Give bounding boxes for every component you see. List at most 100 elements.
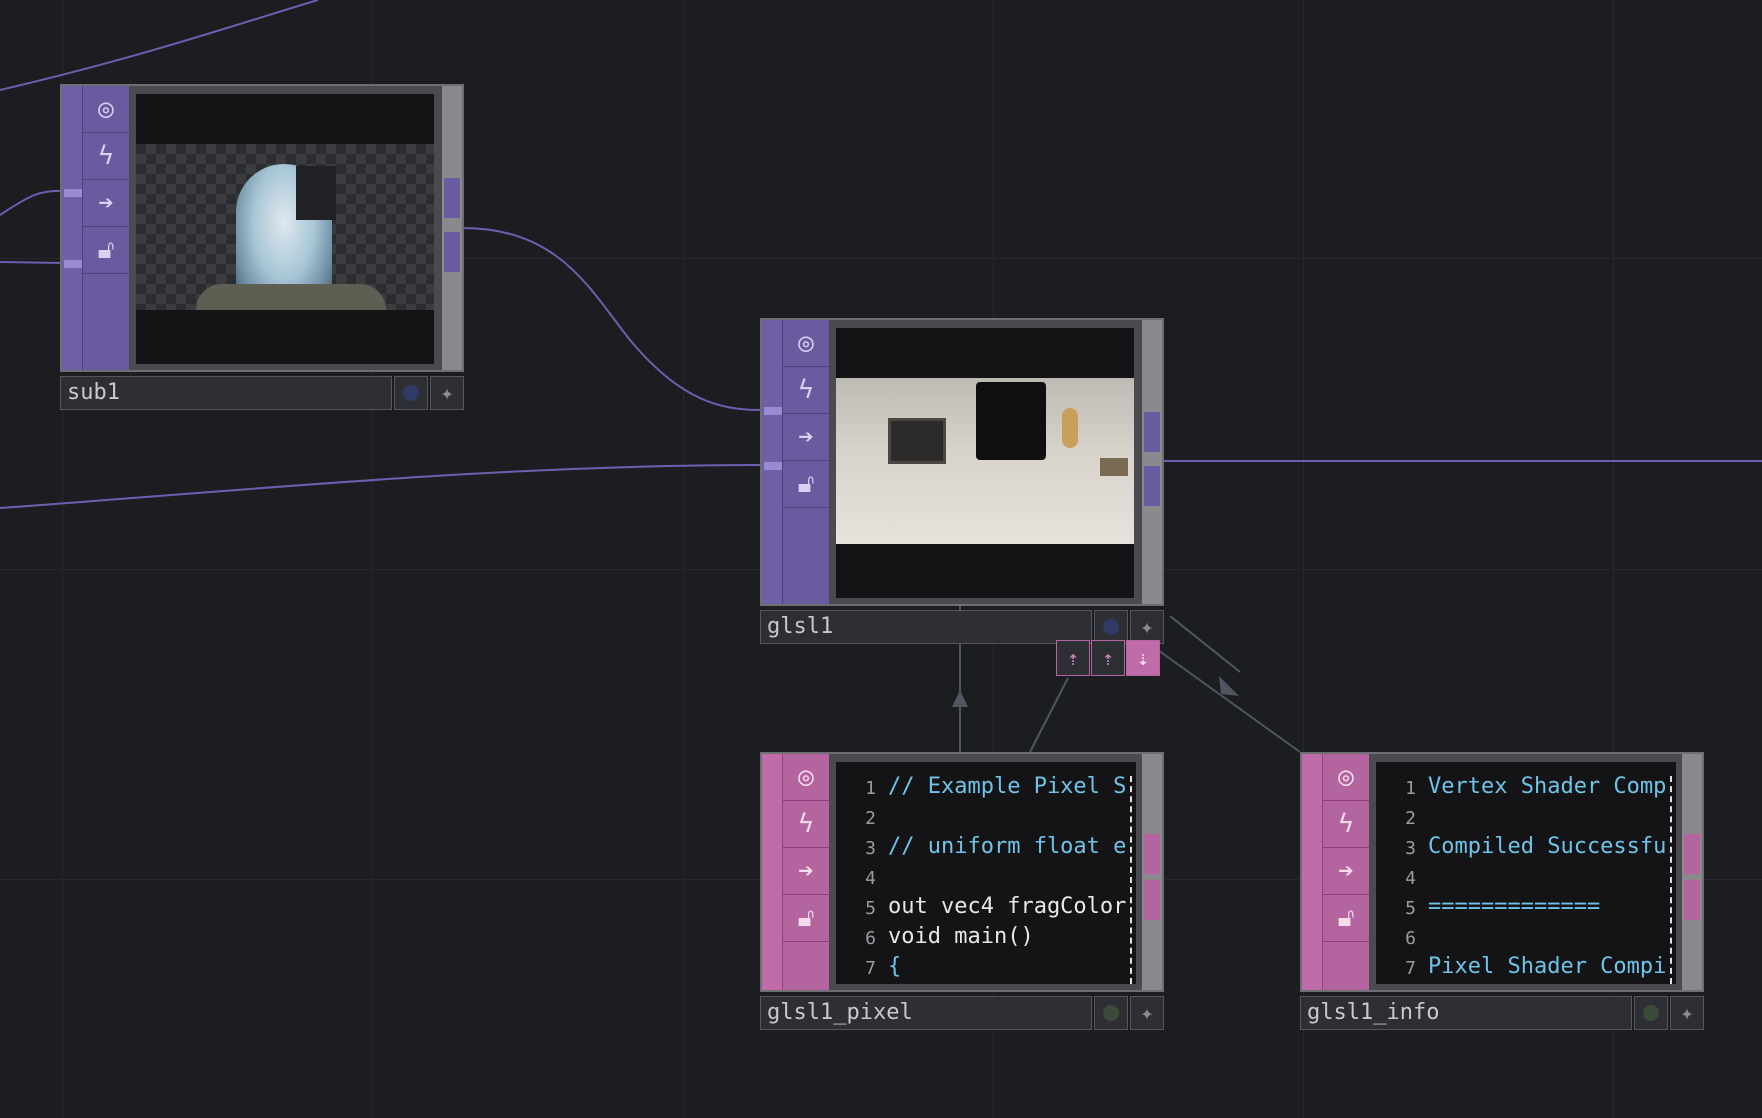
node-name[interactable]: glsl1_info xyxy=(1300,996,1632,1030)
text-cursor-guide xyxy=(1670,776,1672,984)
viewer-active-flag[interactable] xyxy=(1094,996,1128,1030)
input-port[interactable] xyxy=(64,189,82,197)
poster-image xyxy=(976,382,1046,460)
viewer-toggle-icon[interactable]: ◎ xyxy=(783,320,829,367)
node-icon-column: ◎ ϟ ➔ 🔓︎ xyxy=(82,86,129,370)
lock-icon[interactable]: 🔓︎ xyxy=(783,895,829,942)
glsl1-pixel-node[interactable]: ◎ ϟ ➔ 🔓︎ 1 // Example Pixel S 2 3 // uni… xyxy=(760,752,1164,1030)
node-name[interactable]: sub1 xyxy=(60,376,392,410)
node-name[interactable]: glsl1 xyxy=(760,610,1092,644)
input-strip xyxy=(1302,754,1322,990)
line-number: 2 xyxy=(865,808,876,829)
output-bar xyxy=(1142,320,1162,604)
viewer-toggle-icon[interactable]: ◎ xyxy=(1323,754,1369,801)
more-flags-button[interactable]: ✦ xyxy=(1130,996,1164,1030)
code-line: // uniform float e xyxy=(888,834,1127,859)
node-icon-column: ◎ ϟ ➔ 🔓︎ xyxy=(782,320,829,604)
node-body: ◎ ϟ ➔ 🔓︎ xyxy=(60,84,464,372)
more-flags-button[interactable]: ✦ xyxy=(430,376,464,410)
line-number: 4 xyxy=(865,868,876,889)
stickers-image xyxy=(1062,408,1078,448)
cook-icon[interactable]: ϟ xyxy=(83,133,129,180)
lock-icon[interactable]: 🔓︎ xyxy=(783,461,829,508)
input-port[interactable] xyxy=(764,462,782,470)
node-icon-column: ◎ ϟ ➔ 🔓︎ xyxy=(1322,754,1369,990)
plus-icon: ✦ xyxy=(1140,1000,1154,1026)
code-line: Pixel Shader Compi xyxy=(1428,954,1667,979)
code-line: Compiled Successfu xyxy=(1428,834,1667,859)
node-label-row: glsl1 ✦ xyxy=(760,610,1164,644)
line-number: 3 xyxy=(865,838,876,859)
output-port[interactable] xyxy=(1144,466,1160,506)
dock-up-button[interactable]: ⇡ xyxy=(1056,640,1090,676)
dock-up-button[interactable]: ⇡ xyxy=(1091,640,1125,676)
text-cursor-guide xyxy=(1130,776,1132,984)
flag-dot xyxy=(403,385,419,401)
bypass-icon[interactable]: ➔ xyxy=(83,180,129,227)
line-number: 6 xyxy=(1405,928,1416,949)
code-viewer[interactable]: 1 // Example Pixel S 2 3 // uniform floa… xyxy=(836,762,1136,984)
line-number: 4 xyxy=(1405,868,1416,889)
code-viewer[interactable]: 1 Vertex Shader Comp 2 3 Compiled Succes… xyxy=(1376,762,1676,984)
picture-frame-image xyxy=(888,418,946,464)
viewer-active-flag[interactable] xyxy=(1094,610,1128,644)
code-line: void main() xyxy=(888,924,1034,949)
dock-down-icon: ⇣ xyxy=(1136,646,1150,670)
code-line: ============= xyxy=(1428,894,1601,919)
viewer-toggle-icon[interactable]: ◎ xyxy=(783,754,829,801)
viewer-toggle-icon[interactable]: ◎ xyxy=(83,86,129,133)
dock-up-icon: ⇡ xyxy=(1066,646,1080,670)
node-body: ◎ ϟ ➔ 🔓︎ xyxy=(760,318,1164,606)
node-label-row: glsl1_pixel ✦ xyxy=(760,996,1164,1030)
output-bar xyxy=(1682,754,1702,990)
node-name[interactable]: glsl1_pixel xyxy=(760,996,1092,1030)
plus-icon: ✦ xyxy=(1680,1000,1694,1026)
plus-icon: ✦ xyxy=(1140,614,1154,640)
code-line: { xyxy=(888,954,902,979)
glsl1-info-node[interactable]: ◎ ϟ ➔ 🔓︎ 1 Vertex Shader Comp 2 3 Compil… xyxy=(1300,752,1704,1030)
input-port[interactable] xyxy=(64,260,82,268)
node-label-row: glsl1_info ✦ xyxy=(1300,996,1704,1030)
output-port[interactable] xyxy=(1684,834,1700,874)
output-port[interactable] xyxy=(1684,880,1700,920)
more-flags-button[interactable]: ✦ xyxy=(1670,996,1704,1030)
line-number: 1 xyxy=(1405,778,1416,799)
line-number: 7 xyxy=(1405,958,1416,979)
line-number: 3 xyxy=(1405,838,1416,859)
lock-icon[interactable]: 🔓︎ xyxy=(1323,895,1369,942)
node-viewer[interactable] xyxy=(136,94,434,364)
node-icon-column: ◎ ϟ ➔ 🔓︎ xyxy=(782,754,829,990)
cook-icon[interactable]: ϟ xyxy=(783,367,829,414)
line-number: 6 xyxy=(865,928,876,949)
glsl1-node[interactable]: ◎ ϟ ➔ 🔓︎ glsl1 ✦ xyxy=(760,318,1164,644)
line-number: 5 xyxy=(1405,898,1416,919)
image-fragment xyxy=(296,166,336,220)
code-line: // Example Pixel S xyxy=(888,774,1127,799)
more-flags-button[interactable]: ✦ xyxy=(1130,610,1164,644)
output-port[interactable] xyxy=(1144,834,1160,874)
small-photo-image xyxy=(1100,458,1128,476)
lock-icon[interactable]: 🔓︎ xyxy=(83,227,129,274)
bypass-icon[interactable]: ➔ xyxy=(783,414,829,461)
output-port[interactable] xyxy=(1144,412,1160,452)
bypass-icon[interactable]: ➔ xyxy=(1323,848,1369,895)
viewer-active-flag[interactable] xyxy=(394,376,428,410)
dock-down-button[interactable]: ⇣ xyxy=(1126,640,1160,676)
sub1-node[interactable]: ◎ ϟ ➔ 🔓︎ sub1 ✦ xyxy=(60,84,464,410)
node-viewer[interactable] xyxy=(836,328,1134,598)
output-port[interactable] xyxy=(444,232,460,272)
input-port[interactable] xyxy=(764,407,782,415)
line-number: 7 xyxy=(865,958,876,979)
cook-icon[interactable]: ϟ xyxy=(1323,801,1369,848)
cook-icon[interactable]: ϟ xyxy=(783,801,829,848)
output-bar xyxy=(1142,754,1162,990)
code-line: Vertex Shader Comp xyxy=(1428,774,1667,799)
viewer-active-flag[interactable] xyxy=(1634,996,1668,1030)
output-port[interactable] xyxy=(444,178,460,218)
output-port[interactable] xyxy=(1144,880,1160,920)
dock-up-icon: ⇡ xyxy=(1101,646,1115,670)
node-label-row: sub1 ✦ xyxy=(60,376,464,410)
bypass-icon[interactable]: ➔ xyxy=(783,848,829,895)
line-number: 2 xyxy=(1405,808,1416,829)
input-strip xyxy=(62,86,82,370)
